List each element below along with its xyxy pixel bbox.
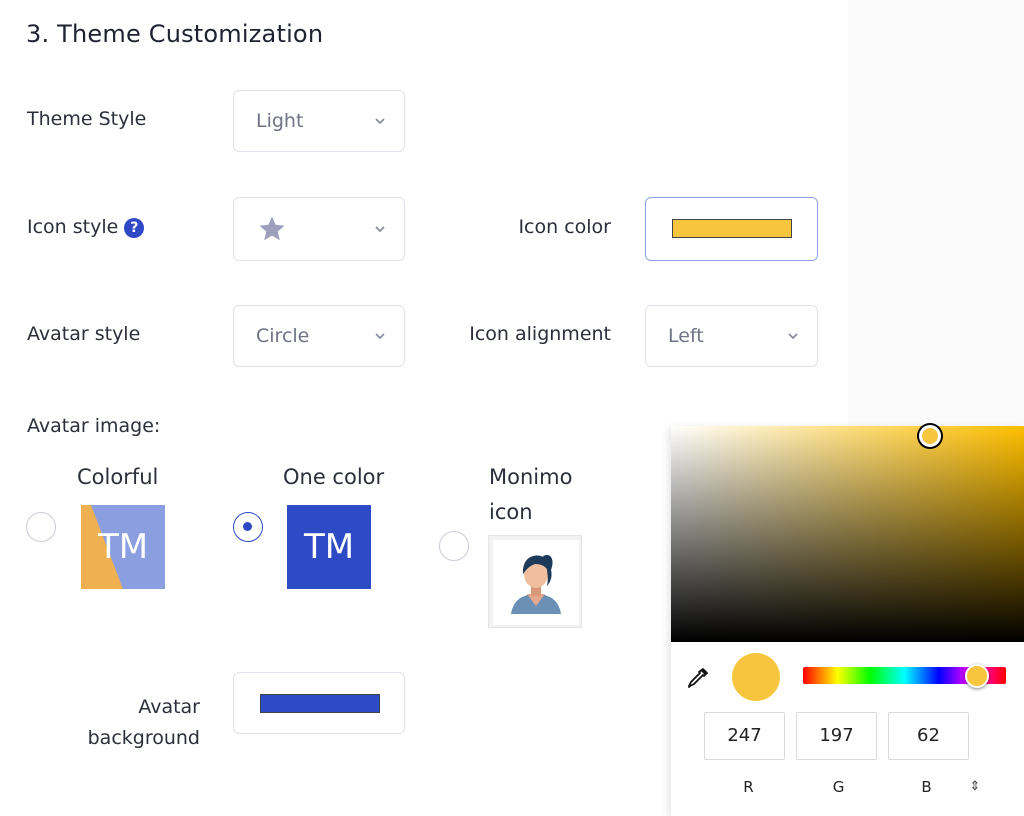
avatar-option-monimo-label: Monimo icon <box>489 465 573 524</box>
chevron-down-icon <box>375 333 385 340</box>
avatar-option-one-color-radio[interactable] <box>233 512 263 542</box>
chevron-down-icon <box>375 118 385 125</box>
section-title: 3. Theme Customization <box>26 20 324 48</box>
color-picker-popover: 247 197 62 R G B ⇕ <box>671 425 1024 816</box>
avatar-style-label: Avatar style <box>27 323 141 345</box>
saturation-area[interactable] <box>671 426 1024 642</box>
icon-alignment-select[interactable]: Left <box>645 305 818 367</box>
green-label: G <box>832 778 845 796</box>
avatar-style-value: Circle <box>256 325 310 347</box>
green-value-input[interactable]: 197 <box>796 712 877 760</box>
avatar-background-label-line2: background <box>87 727 200 749</box>
blue-value-input[interactable]: 62 <box>888 712 969 760</box>
avatar-image-label: Avatar image: <box>27 415 161 437</box>
avatar-colorful-tile[interactable]: TM <box>81 505 165 589</box>
star-icon <box>259 216 285 241</box>
theme-style-value: Light <box>256 110 304 132</box>
blue-label: B <box>921 778 932 796</box>
person-avatar-icon <box>493 540 579 625</box>
avatar-monimo-tile[interactable] <box>488 535 582 628</box>
icon-color-label: Icon color <box>518 216 611 238</box>
avatar-option-monimo-radio[interactable] <box>439 531 469 561</box>
avatar-background-color-field[interactable] <box>233 672 405 734</box>
icon-color-field[interactable] <box>645 197 818 261</box>
hue-slider-handle[interactable] <box>965 664 989 688</box>
avatar-style-select[interactable]: Circle <box>233 305 405 367</box>
icon-alignment-value: Left <box>668 325 704 347</box>
avatar-option-one-color-label: One color <box>283 465 385 489</box>
icon-alignment-label: Icon alignment <box>469 323 611 345</box>
avatar-one-color-tile[interactable]: TM <box>287 505 371 589</box>
theme-style-label: Theme Style <box>27 108 147 130</box>
chevron-down-icon <box>375 226 385 233</box>
color-mode-toggle-icon[interactable]: ⇕ <box>968 777 982 797</box>
chevron-down-icon <box>788 333 798 340</box>
eyedropper-icon[interactable] <box>686 666 710 690</box>
help-icon[interactable]: ? <box>124 218 145 238</box>
avatar-tile-initials: TM <box>97 527 149 567</box>
current-color-preview <box>732 653 780 701</box>
icon-style-label: Icon style <box>27 216 119 238</box>
red-label: R <box>743 778 754 796</box>
red-value-input[interactable]: 247 <box>704 712 785 760</box>
avatar-background-label-line1: Avatar <box>138 696 200 718</box>
avatar-background-swatch <box>260 694 380 713</box>
avatar-tile-initials: TM <box>303 527 355 567</box>
theme-style-select[interactable]: Light <box>233 90 405 152</box>
icon-color-swatch <box>672 219 792 238</box>
icon-style-select[interactable] <box>233 197 405 261</box>
avatar-background-label: Avatar background <box>40 692 200 754</box>
icon-style-label-group: Icon style? <box>27 216 145 238</box>
avatar-option-colorful-radio[interactable] <box>26 512 56 542</box>
avatar-option-colorful-label: Colorful <box>77 465 159 489</box>
saturation-handle[interactable] <box>919 425 941 447</box>
